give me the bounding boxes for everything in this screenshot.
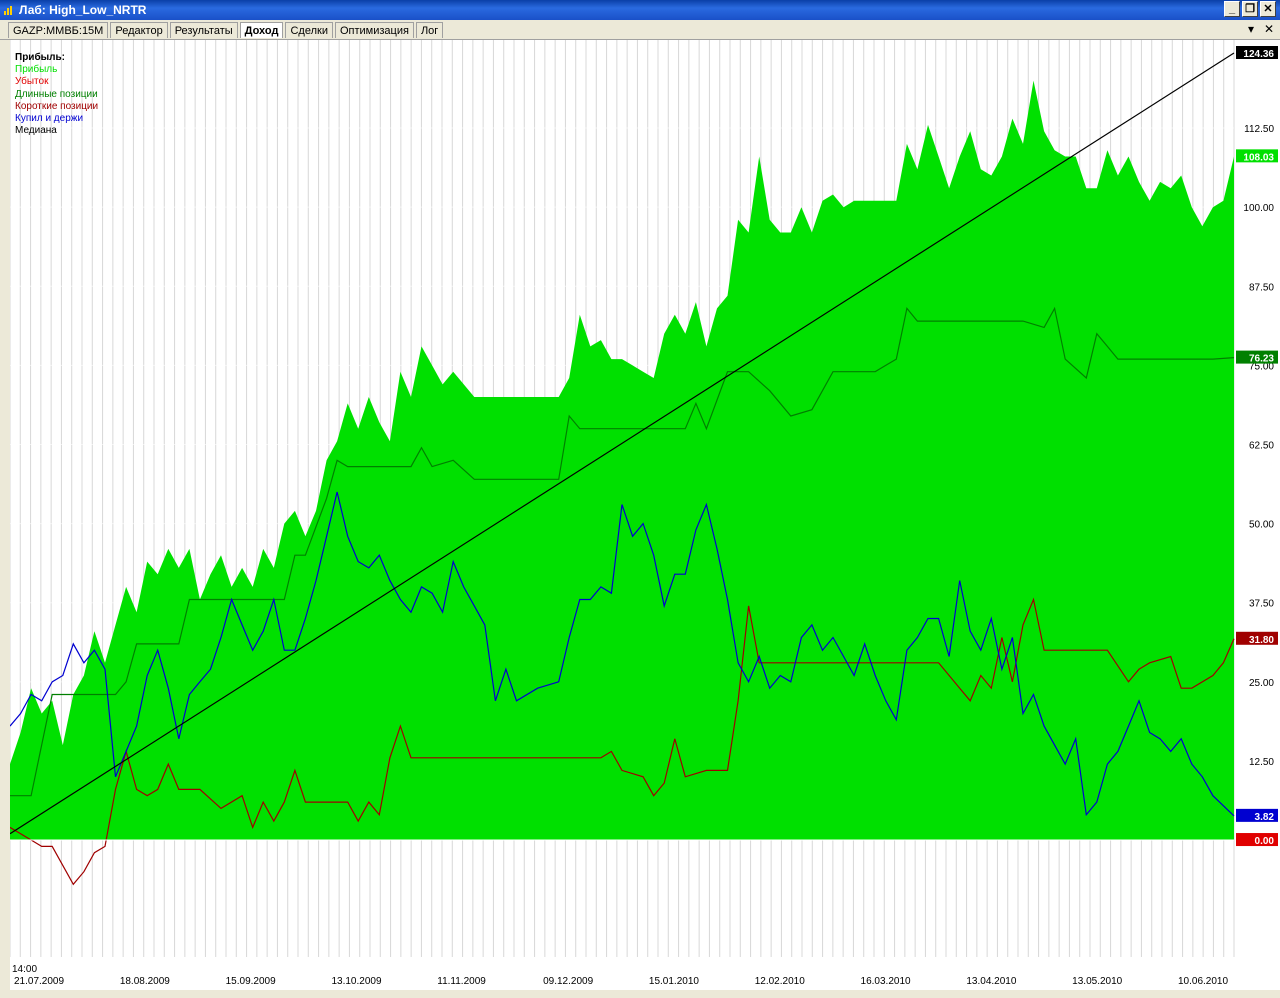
y-tick-label: 62.50 (1249, 440, 1274, 451)
legend-item-median: Медиана (15, 125, 57, 136)
tab-log[interactable]: Лог (415, 22, 444, 38)
value-badge-label: 124.36 (1243, 49, 1274, 60)
x-tick-label: 10.06.2010 (1178, 976, 1228, 987)
value-badge-label: 31.80 (1249, 635, 1274, 646)
value-badge-label: 76.23 (1249, 354, 1274, 365)
x-tick-label: 13.10.2009 (331, 976, 381, 987)
window-titlebar[interactable]: Лаб: High_Low_NRTR _ ❐ ✕ (0, 0, 1280, 20)
series-layer (9, 52, 1235, 886)
tab-trades[interactable]: Сделки (285, 22, 333, 38)
y-tick-label: 12.50 (1249, 757, 1274, 768)
chart-app-icon (4, 6, 12, 15)
x-tick-label: 18.08.2009 (120, 976, 170, 987)
time-label: 14:00 (12, 964, 37, 975)
chart-legend: Прибыль: Прибыль Убыток Длинные позиции … (15, 51, 98, 136)
close-window-button[interactable]: ✕ (1260, 1, 1276, 17)
legend-item-short: Короткие позиции (15, 101, 98, 112)
minimize-button[interactable]: _ (1224, 1, 1240, 17)
window-title: Лаб: High_Low_NRTR (19, 3, 147, 17)
tab-bar: GAZP:ММВБ:15M Редактор Результаты Доход … (0, 20, 1280, 40)
x-tick-label: 13.05.2010 (1072, 976, 1122, 987)
x-tick-label: 11.11.2009 (437, 976, 486, 987)
income-chart[interactable]: 112.50100.0087.5075.0062.5050.0037.5025.… (9, 40, 1280, 990)
tab-dropdown-icon[interactable]: ▾ (1248, 22, 1254, 36)
tab-income[interactable]: Доход (239, 22, 284, 38)
value-badge-label: 3.82 (1255, 812, 1275, 823)
series-area-profit (10, 80, 1234, 841)
y-tick-label: 50.00 (1249, 520, 1274, 531)
x-tick-label: 16.03.2010 (861, 976, 911, 987)
value-badge-label: 108.03 (1243, 152, 1274, 163)
legend-header: Прибыль: (15, 51, 65, 63)
legend-item-buy-hold: Купил и держи (15, 113, 83, 124)
y-tick-label: 112.50 (1244, 124, 1274, 135)
x-tick-label: 21.07.2009 (14, 976, 64, 987)
y-tick-label: 37.50 (1249, 599, 1274, 610)
tab-list: GAZP:ММВБ:15M Редактор Результаты Доход … (8, 22, 445, 39)
status-strip (0, 990, 1280, 998)
tab-results[interactable]: Результаты (169, 22, 238, 38)
x-tick-label: 12.02.2010 (755, 976, 805, 987)
x-tick-label: 13.04.2010 (966, 976, 1016, 987)
x-tick-label: 15.09.2009 (226, 976, 276, 987)
tab-editor[interactable]: Редактор (110, 22, 168, 38)
y-tick-label: 100.00 (1243, 203, 1274, 214)
legend-item-long: Длинные позиции (15, 89, 98, 100)
x-axis: 14:0021.07.2009 18.08.2009 15.09.2009 13.10… (12, 964, 1228, 987)
tab-close-icon[interactable]: ✕ (1264, 22, 1274, 36)
y-tick-label: 25.00 (1249, 678, 1274, 689)
tab-optimization[interactable]: Оптимизация (334, 22, 414, 38)
tab-gazp[interactable]: GAZP:ММВБ:15M (8, 22, 109, 38)
y-tick-label: 87.50 (1249, 282, 1274, 293)
legend-item-profit: Прибыль (15, 63, 57, 75)
value-badge-label: 0.00 (1255, 836, 1275, 847)
x-tick-label: 15.01.2010 (649, 976, 699, 987)
x-tick-label: 09.12.2009 (543, 976, 593, 987)
y-axis: 112.50100.0087.5075.0062.5050.0037.5025.… (1243, 124, 1274, 768)
restore-button[interactable]: ❐ (1242, 1, 1258, 17)
legend-item-loss: Убыток (15, 75, 49, 87)
chart-area[interactable]: 112.50 100.00 87.50 75.00 62.50 50.00 37.50 25.… (9, 40, 1280, 990)
window-controls: _ ❐ ✕ (1222, 1, 1276, 19)
